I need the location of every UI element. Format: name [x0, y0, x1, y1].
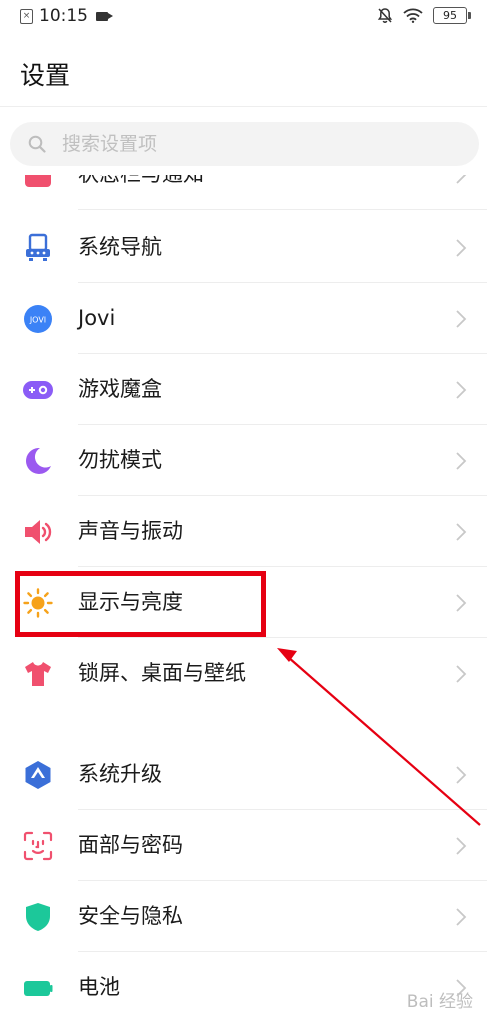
highlight-box: [15, 571, 266, 637]
chevron-right-icon: [456, 452, 467, 470]
search-bar[interactable]: [10, 122, 479, 166]
wifi-icon: [403, 8, 423, 23]
settings-item-label: Jovi: [78, 306, 116, 330]
settings-item-security-privacy[interactable]: 安全与隐私: [0, 881, 487, 952]
notification-x-icon: ×: [20, 8, 33, 24]
search-input[interactable]: [62, 122, 442, 166]
chevron-right-icon: [456, 594, 467, 612]
status-right: 95: [377, 7, 471, 24]
jovi-icon: JOVI: [24, 305, 52, 333]
header-divider: [0, 106, 487, 107]
settings-item-label: 电池: [78, 975, 120, 999]
status-bar: × 10:15 95: [0, 0, 487, 34]
chevron-right-icon: [456, 908, 467, 926]
settings-item-jovi[interactable]: JOVI Jovi: [0, 283, 487, 354]
upgrade-icon: [25, 761, 51, 789]
status-time: 10:15: [39, 6, 88, 26]
settings-item-label: 系统导航: [78, 235, 162, 259]
speaker-icon: [25, 520, 52, 544]
notification-icon: [25, 175, 51, 187]
chevron-right-icon: [456, 310, 467, 328]
game-box-icon: [23, 381, 53, 399]
settings-item-label: 锁屏、桌面与壁纸: [78, 661, 246, 685]
settings-item-label: 安全与隐私: [78, 904, 183, 928]
settings-item-lockscreen-wallpaper[interactable]: 锁屏、桌面与壁纸: [0, 638, 487, 709]
chevron-right-icon: [456, 523, 467, 541]
chevron-right-icon: [456, 239, 467, 257]
settings-item-navigation[interactable]: 系统导航: [0, 212, 487, 283]
chevron-right-icon: [456, 175, 467, 184]
search-icon: [28, 135, 46, 153]
svg-text:JOVI: JOVI: [29, 316, 46, 325]
chevron-right-icon: [456, 381, 467, 399]
watermark: Bai 经验: [406, 992, 473, 1012]
navigation-icon: [26, 233, 50, 261]
settings-item-game-box[interactable]: 游戏魔盒: [0, 354, 487, 425]
battery-icon: [24, 981, 53, 996]
settings-item-label: 面部与密码: [78, 833, 183, 857]
settings-item-label: 勿扰模式: [78, 448, 162, 472]
settings-item-label: 游戏魔盒: [78, 377, 162, 401]
battery-indicator: 95: [433, 7, 471, 24]
silent-bell-icon: [377, 8, 393, 23]
settings-item-label: 状态栏与通知: [78, 175, 204, 210]
settings-item-label: 声音与振动: [78, 519, 183, 543]
shirt-icon: [25, 662, 51, 686]
chevron-right-icon: [456, 837, 467, 855]
moon-icon: [26, 447, 51, 474]
settings-item-face-password[interactable]: 面部与密码: [0, 810, 487, 881]
page-title: 设置: [20, 61, 71, 90]
chevron-right-icon: [456, 665, 467, 683]
settings-item-system-upgrade[interactable]: 系统升级: [0, 739, 487, 810]
status-left: × 10:15: [20, 6, 113, 26]
settings-item-sound[interactable]: 声音与振动: [0, 496, 487, 567]
divider: [78, 209, 487, 210]
shield-icon: [26, 903, 50, 931]
video-camera-icon: [96, 11, 113, 21]
chevron-right-icon: [456, 766, 467, 784]
settings-item-label: 系统升级: [78, 762, 162, 786]
face-id-icon: [23, 831, 53, 861]
settings-item-notifications[interactable]: 状态栏与通知: [0, 175, 487, 210]
settings-item-do-not-disturb[interactable]: 勿扰模式: [0, 425, 487, 496]
